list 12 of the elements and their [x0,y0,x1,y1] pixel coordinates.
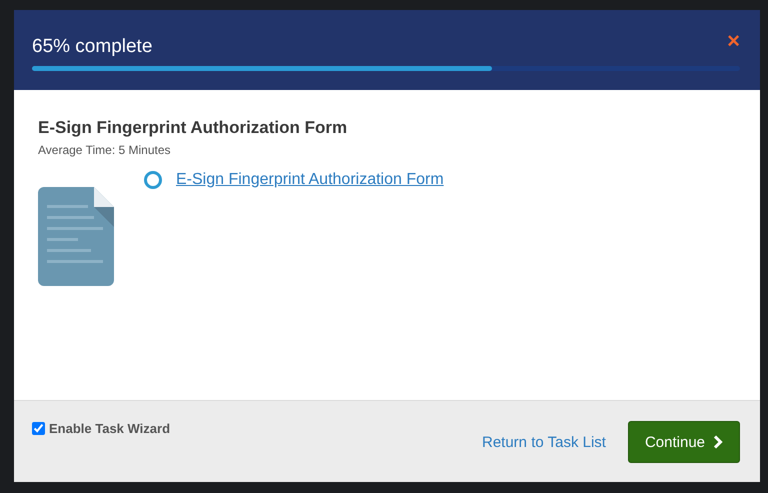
checkbox-label: Enable Task Wizard [49,421,170,436]
average-time: Average Time: 5 Minutes [38,143,172,157]
return-link[interactable]: Return to Task List [482,434,606,451]
close-button[interactable]: × [727,31,740,51]
document-link[interactable]: E-Sign Fingerprint Authorization Form [176,171,444,189]
progress-title: 65% complete [32,36,152,58]
chevron-icon [713,435,723,449]
document-icon [38,187,114,286]
continue-button[interactable]: Continue [628,421,740,463]
radio-button[interactable] [144,171,162,189]
wizard-checkbox[interactable] [32,422,45,435]
task-title: E-Sign Fingerprint Authorization Form [38,118,348,138]
